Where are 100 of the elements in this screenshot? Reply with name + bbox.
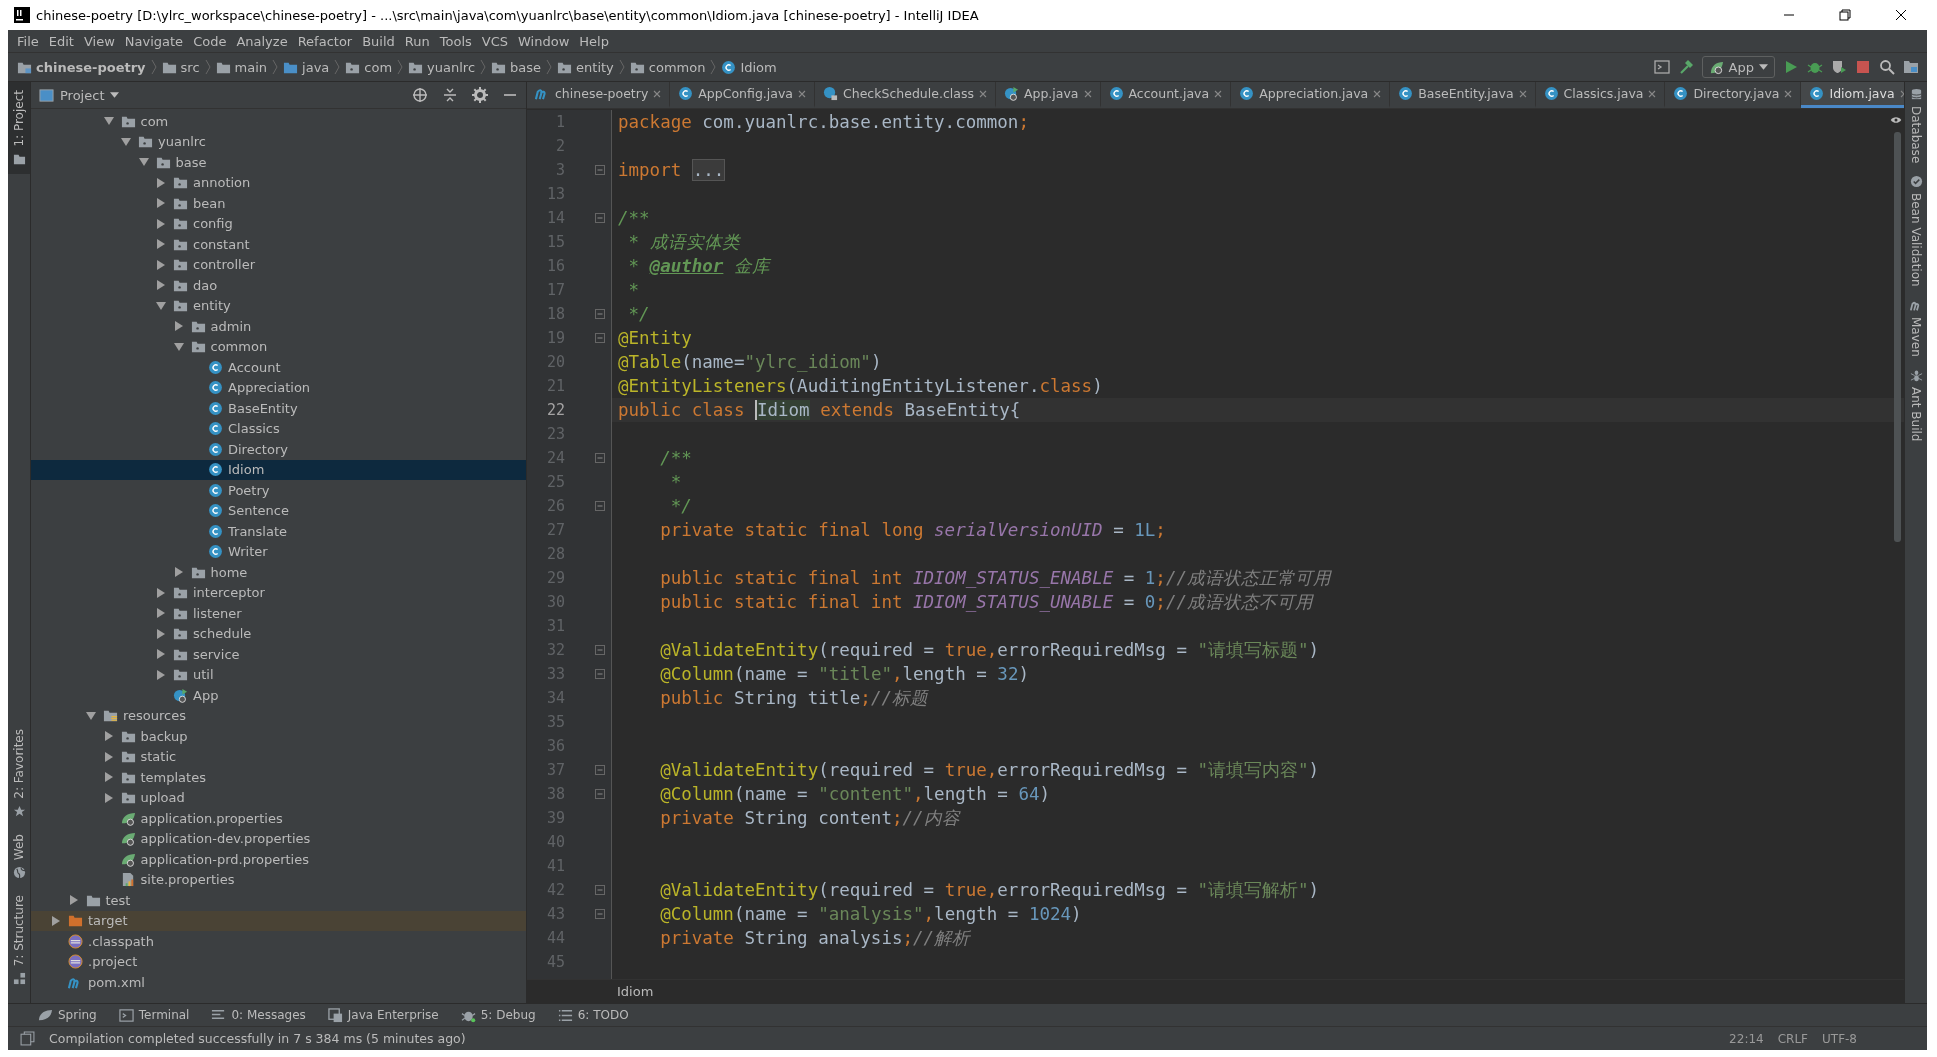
expand-arrow-icon[interactable] xyxy=(156,669,166,680)
breadcrumb-item[interactable]: Idiom xyxy=(718,59,780,75)
expand-arrow-icon[interactable] xyxy=(103,792,114,803)
panel-toggle-icon[interactable] xyxy=(20,1031,35,1046)
tree-item[interactable]: BaseEntity xyxy=(31,398,526,419)
menu-item[interactable]: Help xyxy=(574,33,614,49)
menu-item[interactable]: Refactor xyxy=(292,33,358,49)
restore-icon[interactable] xyxy=(1839,9,1851,21)
tree-item[interactable]: application-dev.properties xyxy=(31,828,526,849)
editor-tab[interactable]: chinese-poetry xyxy=(527,82,671,108)
expand-arrow-icon[interactable] xyxy=(156,280,166,291)
expand-arrow-icon[interactable] xyxy=(51,915,61,926)
tool-window-tab[interactable]: 2: Favorites xyxy=(8,720,30,826)
run-configuration-dropdown[interactable]: App xyxy=(1701,56,1775,78)
expand-arrow-icon[interactable] xyxy=(156,239,166,250)
tree-item[interactable]: target xyxy=(31,910,526,931)
breadcrumb-item[interactable]: yuanlrc xyxy=(405,59,479,75)
tree-item[interactable]: com xyxy=(31,111,526,132)
tool-window-tab[interactable]: 0: Messages xyxy=(211,1007,306,1023)
menu-item[interactable]: Window xyxy=(513,33,575,49)
menu-item[interactable]: File xyxy=(12,33,44,49)
shield-icon[interactable] xyxy=(1831,59,1847,75)
tree-item[interactable]: Account xyxy=(31,357,526,378)
tree-item[interactable]: admin xyxy=(31,316,526,337)
expand-arrow-icon[interactable] xyxy=(121,136,131,147)
expand-arrow-icon[interactable] xyxy=(103,731,114,742)
tree-item[interactable]: base xyxy=(31,152,526,173)
tree-item[interactable]: Sentence xyxy=(31,500,526,521)
tool-window-tab[interactable]: Maven xyxy=(1905,292,1927,363)
collapse-all-icon[interactable] xyxy=(442,87,458,103)
fold-marker-icon[interactable] xyxy=(595,453,605,463)
tree-item[interactable]: Appreciation xyxy=(31,377,526,398)
tree-item[interactable]: Translate xyxy=(31,521,526,542)
tree-item[interactable]: Poetry xyxy=(31,480,526,501)
tool-window-tab[interactable]: Terminal xyxy=(118,1007,190,1023)
tree-item[interactable]: schedule xyxy=(31,623,526,644)
menu-item[interactable]: Tools xyxy=(434,33,477,49)
fold-marker-icon[interactable] xyxy=(595,909,605,919)
fold-marker-icon[interactable] xyxy=(595,789,605,799)
expand-arrow-icon[interactable] xyxy=(156,608,166,619)
tree-item[interactable]: controller xyxy=(31,254,526,275)
expand-arrow-icon[interactable] xyxy=(156,649,166,660)
menu-item[interactable]: Run xyxy=(399,33,435,49)
scrollbar-thumb[interactable] xyxy=(1894,132,1901,542)
expand-arrow-icon[interactable] xyxy=(103,772,114,783)
expand-arrow-icon[interactable] xyxy=(173,321,184,332)
tree-item[interactable]: templates xyxy=(31,767,526,788)
run-icon[interactable] xyxy=(1783,59,1799,75)
editor-tab[interactable]: Classics.java xyxy=(1535,82,1666,108)
tree-item[interactable]: Directory xyxy=(31,439,526,460)
tree-item[interactable]: Writer xyxy=(31,541,526,562)
fold-marker-icon[interactable] xyxy=(595,765,605,775)
menu-item[interactable]: Navigate xyxy=(119,33,189,49)
menu-item[interactable]: Analyze xyxy=(231,33,293,49)
tree-item[interactable]: util xyxy=(31,664,526,685)
tree-item[interactable]: backup xyxy=(31,726,526,747)
expand-arrow-icon[interactable] xyxy=(156,177,166,188)
editor-tab[interactable]: AppConfig.java xyxy=(670,82,815,108)
file-encoding[interactable]: UTF-8 xyxy=(1822,1031,1857,1046)
tree-item[interactable]: pom.xml xyxy=(31,972,526,993)
expand-arrow-icon[interactable] xyxy=(173,341,184,352)
tree-item[interactable]: annotion xyxy=(31,172,526,193)
fold-marker-icon[interactable] xyxy=(595,669,605,679)
tree-item[interactable]: config xyxy=(31,213,526,234)
fold-marker-icon[interactable] xyxy=(595,213,605,223)
menu-item[interactable]: Code xyxy=(188,33,232,49)
expand-arrow-icon[interactable] xyxy=(156,628,166,639)
tree-item[interactable]: bean xyxy=(31,193,526,214)
expand-arrow-icon[interactable] xyxy=(173,567,184,578)
tree-item[interactable]: Classics xyxy=(31,418,526,439)
tree-item[interactable]: .project xyxy=(31,951,526,972)
tree-item[interactable]: Idiom xyxy=(31,459,526,480)
editor-tab[interactable]: App.java xyxy=(995,82,1101,108)
stop-icon[interactable] xyxy=(1855,59,1871,75)
tool-window-tab[interactable]: Java Enterprise xyxy=(327,1007,439,1023)
tree-item[interactable]: test xyxy=(31,890,526,911)
tool-window-tab[interactable]: 7: Structure xyxy=(8,886,30,993)
expand-arrow-icon[interactable] xyxy=(68,895,79,906)
tree-item[interactable]: upload xyxy=(31,787,526,808)
breadcrumb-item[interactable]: entity xyxy=(554,59,617,75)
breadcrumb-item[interactable]: src xyxy=(158,59,203,75)
search-icon[interactable] xyxy=(1879,59,1895,75)
fold-marker-icon[interactable] xyxy=(595,885,605,895)
tree-item[interactable]: dao xyxy=(31,275,526,296)
tree-item[interactable]: resources xyxy=(31,705,526,726)
expand-arrow-icon[interactable] xyxy=(103,751,114,762)
caret-position[interactable]: 22:14 xyxy=(1729,1031,1764,1046)
breadcrumb-item[interactable]: common xyxy=(626,59,709,75)
fold-marker-icon[interactable] xyxy=(595,165,605,175)
editor-tab[interactable]: Appreciation.java xyxy=(1231,82,1391,108)
fold-marker-icon[interactable] xyxy=(595,309,605,319)
editor-tab[interactable]: CheckSchedule.class xyxy=(815,82,996,108)
target-icon[interactable] xyxy=(412,87,428,103)
editor-tab[interactable]: BaseEntity.java xyxy=(1390,82,1536,108)
expand-arrow-icon[interactable] xyxy=(156,300,166,311)
tree-item[interactable]: listener xyxy=(31,603,526,624)
project-view-selector[interactable]: Project xyxy=(39,87,120,103)
expand-arrow-icon[interactable] xyxy=(156,218,166,229)
expand-arrow-icon[interactable] xyxy=(156,587,166,598)
tool-window-tab[interactable]: Web xyxy=(8,825,30,887)
